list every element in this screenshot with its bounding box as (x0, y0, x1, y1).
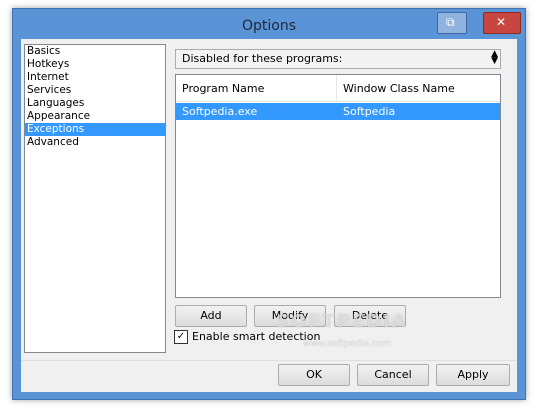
dialog-button-bar: OK Cancel Apply (21, 360, 517, 392)
cell-program-name: Softpedia.exe (182, 105, 258, 118)
nav-item-services[interactable]: Services (25, 84, 165, 97)
column-header-window-class[interactable]: Window Class Name (343, 82, 455, 95)
restore-button[interactable]: ⧉ (437, 12, 467, 34)
category-list[interactable]: Basics Hotkeys Internet Services Languag… (24, 44, 166, 353)
column-header-program-name[interactable]: Program Name (182, 82, 264, 95)
cancel-button[interactable]: Cancel (357, 364, 429, 386)
add-button[interactable]: Add (175, 305, 247, 327)
column-divider[interactable] (336, 75, 337, 101)
apply-button[interactable]: Apply (436, 364, 510, 386)
close-button[interactable]: ✕ (483, 12, 521, 34)
nav-item-hotkeys[interactable]: Hotkeys (25, 58, 165, 71)
exceptions-list[interactable]: Program Name Window Class Name Softpedia… (175, 74, 501, 298)
close-icon: ✕ (496, 15, 507, 29)
nav-item-advanced[interactable]: Advanced (25, 136, 165, 149)
nav-item-appearance[interactable]: Appearance (25, 110, 165, 123)
smart-detection-checkbox[interactable]: ✓ (174, 330, 188, 344)
updown-arrow-icon: ▲ ▼ (491, 49, 498, 66)
nav-item-internet[interactable]: Internet (25, 71, 165, 84)
restore-icon: ⧉ (446, 15, 455, 29)
list-header: Program Name Window Class Name (176, 75, 500, 102)
checkmark-icon: ✓ (176, 331, 186, 342)
dialog-client-area: Basics Hotkeys Internet Services Languag… (21, 39, 517, 392)
nav-item-languages[interactable]: Languages (25, 97, 165, 110)
watermark-url: www.softpedia.com (303, 339, 391, 349)
cell-window-class: Softpedia (343, 105, 396, 118)
nav-item-basics[interactable]: Basics (25, 45, 165, 58)
options-window: Options ⧉ ✕ Basics Hotkeys Internet Serv… (12, 8, 526, 400)
exception-mode-select[interactable]: Disabled for these programs: ▲ ▼ (175, 49, 501, 69)
ok-button[interactable]: OK (278, 364, 350, 386)
watermark-text: SOFTPEDIA (276, 311, 408, 332)
title-bar[interactable]: Options ⧉ ✕ (13, 9, 525, 39)
nav-item-exceptions[interactable]: Exceptions (25, 123, 165, 136)
exception-mode-value: Disabled for these programs: (182, 52, 343, 65)
table-row[interactable]: Softpedia.exe Softpedia (176, 103, 500, 120)
